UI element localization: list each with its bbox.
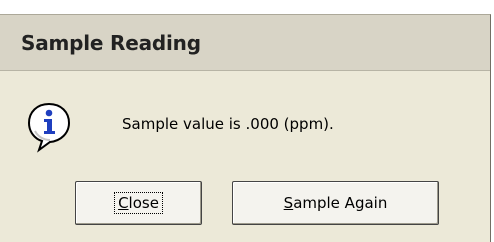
title-bar[interactable]: Sample Reading — [0, 15, 490, 71]
sample-again-accelerator: S — [283, 194, 294, 212]
dialog-title: Sample Reading — [21, 31, 201, 55]
message-dialog: Sample Reading Sample value is .000 (ppm… — [0, 14, 491, 242]
close-button-label: Close — [114, 192, 163, 214]
information-icon — [27, 102, 71, 153]
message-text: Sample value is .000 (ppm). — [122, 115, 334, 133]
close-label-rest: lose — [128, 194, 159, 212]
close-accelerator: C — [118, 194, 129, 212]
sample-again-button[interactable]: Sample Again — [232, 181, 439, 225]
close-button[interactable]: Close — [75, 181, 202, 225]
screen: Sample Reading Sample value is .000 (ppm… — [0, 0, 494, 242]
sample-again-label-rest: ample Again — [293, 194, 388, 212]
sample-again-label: Sample Again — [284, 194, 388, 212]
